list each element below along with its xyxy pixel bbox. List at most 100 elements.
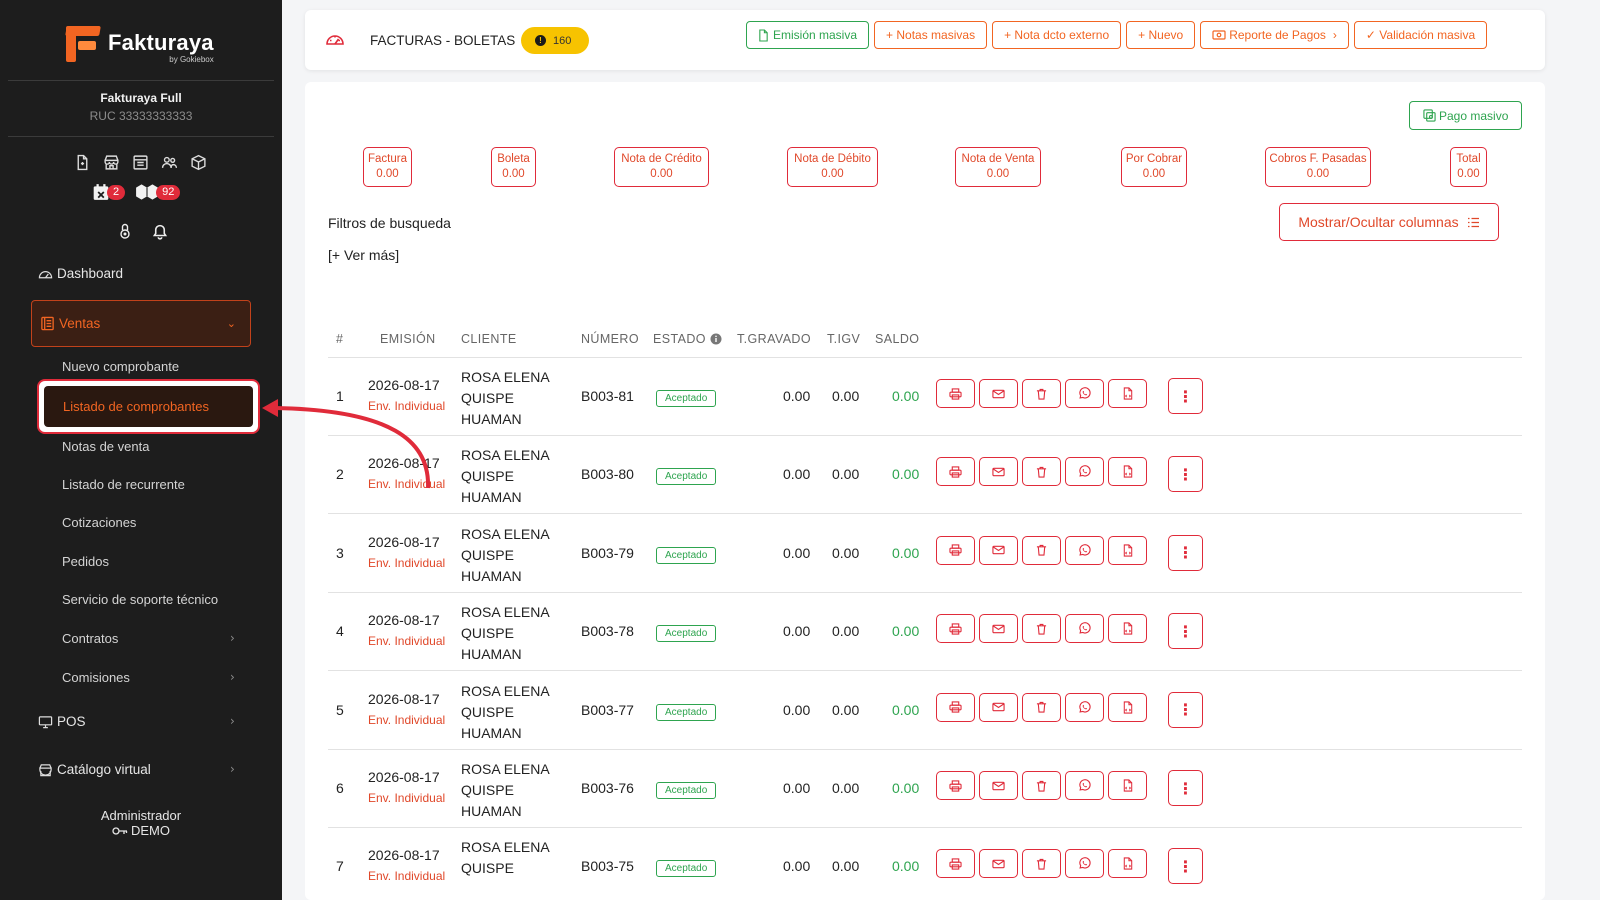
xml-download-button[interactable] xyxy=(1108,614,1147,644)
pago-masivo-button[interactable]: Pago masivo xyxy=(1409,101,1523,130)
nota-externo-button[interactable]: + Nota dcto externo xyxy=(992,21,1122,49)
xml-download-button[interactable] xyxy=(1108,457,1147,487)
boxes-alerts[interactable]: 92 xyxy=(135,183,181,201)
row-more-menu-button[interactable]: ⋮ xyxy=(1168,534,1203,571)
col-header-emision[interactable]: EMISIÓN xyxy=(380,332,436,346)
table-row[interactable]: 7 2026-08-17 Env. Individual ROSA ELENA … xyxy=(328,828,1522,900)
whatsapp-button[interactable] xyxy=(1065,379,1104,408)
row-numero[interactable]: B003-78 xyxy=(581,623,634,639)
delete-button[interactable] xyxy=(1022,614,1061,644)
row-envio-tipo[interactable]: Env. Individual xyxy=(368,634,445,648)
print-button[interactable] xyxy=(936,379,975,408)
col-header-saldo[interactable]: SALDO xyxy=(875,332,919,346)
sidebar-item-listado-comprobantes[interactable]: Listado de comprobantes xyxy=(44,386,253,427)
table-row[interactable]: 4 2026-08-17 Env. Individual ROSA ELENA … xyxy=(328,593,1522,672)
row-more-menu-button[interactable]: ⋮ xyxy=(1168,691,1203,728)
email-button[interactable] xyxy=(979,379,1018,408)
emision-masiva-button[interactable]: Emisión masiva xyxy=(746,21,870,49)
col-header-cliente[interactable]: CLIENTE xyxy=(461,332,517,346)
row-more-menu-button[interactable]: ⋮ xyxy=(1168,456,1203,493)
email-button[interactable] xyxy=(979,535,1018,565)
brand-logo[interactable]: Fakturaya by Gokiebox xyxy=(65,24,214,64)
print-button[interactable] xyxy=(936,692,975,722)
row-envio-tipo[interactable]: Env. Individual xyxy=(368,477,445,491)
document-icon[interactable] xyxy=(74,154,91,171)
row-numero[interactable]: B003-77 xyxy=(581,702,634,718)
row-more-menu-button[interactable]: ⋮ xyxy=(1168,378,1203,414)
pending-count-badge[interactable]: ! 160 xyxy=(521,27,589,54)
delete-button[interactable] xyxy=(1022,457,1061,487)
whatsapp-button[interactable] xyxy=(1065,692,1104,722)
nav-dashboard[interactable]: Dashboard xyxy=(38,266,123,281)
toggle-columns-button[interactable]: Mostrar/Ocultar columnas xyxy=(1279,203,1499,241)
info-icon[interactable] xyxy=(710,333,722,345)
lock-icon[interactable] xyxy=(117,222,133,240)
print-button[interactable] xyxy=(936,535,975,565)
row-envio-tipo[interactable]: Env. Individual xyxy=(368,791,445,805)
row-numero[interactable]: B003-75 xyxy=(581,858,634,874)
row-more-menu-button[interactable]: ⋮ xyxy=(1168,770,1203,806)
sidebar-item-nuevo-comprobante[interactable]: Nuevo comprobante xyxy=(62,359,179,374)
col-header-gravado[interactable]: T.GRAVADO xyxy=(737,332,811,346)
email-button[interactable] xyxy=(979,771,1018,800)
xml-download-button[interactable] xyxy=(1108,849,1147,879)
row-envio-tipo[interactable]: Env. Individual xyxy=(368,869,445,883)
delete-button[interactable] xyxy=(1022,379,1061,408)
whatsapp-button[interactable] xyxy=(1065,457,1104,487)
table-row[interactable]: 1 2026-08-17 Env. Individual ROSA ELENA … xyxy=(328,358,1522,436)
print-button[interactable] xyxy=(936,614,975,644)
email-button[interactable] xyxy=(979,614,1018,644)
whatsapp-button[interactable] xyxy=(1065,849,1104,879)
notas-masivas-button[interactable]: + Notas masivas xyxy=(874,21,988,49)
whatsapp-button[interactable] xyxy=(1065,535,1104,565)
bell-icon[interactable] xyxy=(151,222,169,240)
table-row[interactable]: 3 2026-08-17 Env. Individual ROSA ELENA … xyxy=(328,515,1522,593)
email-button[interactable] xyxy=(979,849,1018,879)
sidebar-item-soporte-tecnico[interactable]: Servicio de soporte técnico xyxy=(62,592,218,607)
calendar-alerts[interactable]: 2 xyxy=(92,183,126,201)
xml-download-button[interactable] xyxy=(1108,379,1147,408)
xml-download-button[interactable] xyxy=(1108,535,1147,565)
delete-button[interactable] xyxy=(1022,771,1061,800)
delete-button[interactable] xyxy=(1022,692,1061,722)
xml-download-button[interactable] xyxy=(1108,771,1147,800)
print-button[interactable] xyxy=(936,771,975,800)
sidebar-item-comisiones[interactable]: Comisiones xyxy=(62,670,130,685)
sidebar-item-notas-venta[interactable]: Notas de venta xyxy=(62,439,149,454)
row-envio-tipo[interactable]: Env. Individual xyxy=(368,713,445,727)
col-header-numero[interactable]: NÚMERO xyxy=(581,332,639,346)
nav-catalogo[interactable]: Catálogo virtual xyxy=(38,762,151,777)
xml-download-button[interactable] xyxy=(1108,692,1147,722)
print-button[interactable] xyxy=(936,849,975,879)
email-button[interactable] xyxy=(979,457,1018,487)
print-button[interactable] xyxy=(936,457,975,487)
users-icon[interactable] xyxy=(161,154,178,171)
nav-pos[interactable]: POS xyxy=(38,714,86,729)
table-icon[interactable] xyxy=(132,154,149,171)
whatsapp-button[interactable] xyxy=(1065,614,1104,644)
col-header-estado[interactable]: ESTADO xyxy=(653,332,722,346)
delete-button[interactable] xyxy=(1022,849,1061,879)
row-envio-tipo[interactable]: Env. Individual xyxy=(368,556,445,570)
row-more-menu-button[interactable]: ⋮ xyxy=(1168,613,1203,650)
store-icon[interactable] xyxy=(103,154,120,171)
table-row[interactable]: 6 2026-08-17 Env. Individual ROSA ELENA … xyxy=(328,750,1522,828)
row-envio-tipo[interactable]: Env. Individual xyxy=(368,399,445,413)
row-more-menu-button[interactable]: ⋮ xyxy=(1168,848,1203,885)
table-row[interactable]: 5 2026-08-17 Env. Individual ROSA ELENA … xyxy=(328,672,1522,750)
reporte-pagos-button[interactable]: Reporte de Pagos › xyxy=(1200,21,1349,49)
nuevo-button[interactable]: + Nuevo xyxy=(1126,21,1196,49)
admin-profile[interactable]: Administrador DEMO xyxy=(0,808,282,838)
validacion-masiva-button[interactable]: ✓ Validación masiva xyxy=(1353,21,1488,49)
show-more-filters-link[interactable]: [+ Ver más] xyxy=(328,247,399,263)
whatsapp-button[interactable] xyxy=(1065,771,1104,800)
row-numero[interactable]: B003-80 xyxy=(581,466,634,482)
sidebar-item-listado-recurrente[interactable]: Listado de recurrente xyxy=(62,477,185,492)
delete-button[interactable] xyxy=(1022,535,1061,565)
col-header-igv[interactable]: T.IGV xyxy=(827,332,860,346)
sidebar-item-cotizaciones[interactable]: Cotizaciones xyxy=(62,515,136,530)
table-row[interactable]: 2 2026-08-17 Env. Individual ROSA ELENA … xyxy=(328,436,1522,515)
row-numero[interactable]: B003-76 xyxy=(581,780,634,796)
email-button[interactable] xyxy=(979,692,1018,722)
sidebar-item-pedidos[interactable]: Pedidos xyxy=(62,554,109,569)
